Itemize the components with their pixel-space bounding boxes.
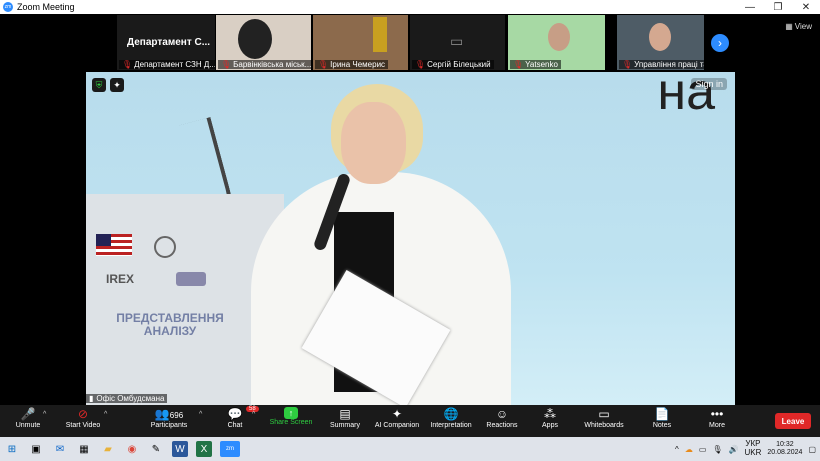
zoom-logo-icon: zm <box>3 2 13 12</box>
participant-name-label: 🎙Управління праці та ... <box>619 60 704 69</box>
participant-tile[interactable]: 🎙 Yatsenko <box>508 15 605 70</box>
language-indicator[interactable]: УКР UKR <box>745 439 762 458</box>
windows-start-icon[interactable]: ⊞ <box>4 441 20 457</box>
participants-button[interactable]: 👥696 Participants <box>148 406 190 429</box>
globe-icon: 🌐 <box>443 407 459 421</box>
notification-icon[interactable]: ▢ <box>808 445 816 454</box>
participant-name-label: 🎙 Сергій Білецький <box>412 60 494 69</box>
unmute-options-caret[interactable]: ^ <box>43 411 46 418</box>
speaker-face <box>341 102 406 184</box>
whiteboard-icon: ▭ <box>598 407 610 421</box>
reactions-button[interactable]: ☺ Reactions <box>484 406 520 429</box>
seal-icon <box>154 236 176 258</box>
clock[interactable]: 10:32 20.08.2024 <box>767 441 802 456</box>
chat-options-caret[interactable]: ^ <box>252 411 255 418</box>
paint-icon[interactable]: ✎ <box>148 441 164 457</box>
participants-count: 696 <box>169 411 184 420</box>
muted-mic-icon: 🎙 <box>513 60 524 69</box>
signin-label: Sign in <box>691 78 727 90</box>
participant-name-label: 🎙 Yatsenko <box>510 60 561 69</box>
maximize-button[interactable]: ❐ <box>764 2 792 13</box>
volume-icon[interactable]: 🔊 <box>729 445 739 454</box>
muted-mic-icon: 🎙 <box>622 60 633 69</box>
security-shield-icon[interactable]: ⛨ <box>92 78 106 92</box>
apps-icon: ⁂ <box>544 407 556 421</box>
video-options-caret[interactable]: ^ <box>104 411 107 418</box>
apps-button[interactable]: ⁂ Apps <box>538 406 562 429</box>
system-tray: ^ ☁ ▭ 🎙 🔊 УКР UKR 10:32 20.08.2024 ▢ <box>675 437 820 461</box>
summary-icon: ▤ <box>339 407 351 421</box>
windows-taskbar: ⊞ ▣ ✉ ▦ ▰ ◉ ✎ W X zm ^ ☁ ▭ 🎙 🔊 УКР UKR 10… <box>0 437 820 461</box>
window-title: Zoom Meeting <box>17 2 75 12</box>
meeting-toolbar: 🎤 Unmute ^ ⊘ Start Video ^ 👥696 Particip… <box>0 405 820 437</box>
participant-tile[interactable]: 🎙 Барвінківська міськ... <box>216 15 311 70</box>
participant-gallery: Департамент С... 🎙 Департамент СЗН Д... 🎙… <box>0 14 820 72</box>
video-off-icon: ▭ <box>450 33 464 49</box>
title-bar: zm Zoom Meeting — ❐ ✕ <box>0 0 820 14</box>
participant-tile[interactable]: ▭ 🎙 Сергій Білецький <box>410 15 505 70</box>
speaker-name-label: ▮ Офіс Омбудсмана <box>86 394 168 403</box>
leave-button[interactable]: Leave <box>775 413 811 429</box>
us-flag <box>96 234 132 256</box>
chrome-icon[interactable]: ◉ <box>124 441 140 457</box>
notes-icon: 📄 <box>654 407 670 421</box>
people-icon: 👥 <box>154 407 170 421</box>
calculator-icon[interactable]: ▦ <box>76 441 92 457</box>
participant-tile[interactable]: 🎙 Ірина Чемерис <box>313 15 408 70</box>
share-arrow-icon: ↑ <box>284 407 298 419</box>
grid-icon: ▦ <box>785 22 793 31</box>
more-dots-icon: ••• <box>710 407 724 421</box>
active-speaker-video: на Sign in ⛨ ✦ IREX ПРЕДСТАВЛЕННЯ АНАЛІЗ… <box>86 72 735 405</box>
chat-icon: 💬 <box>227 407 243 421</box>
podium-title: ПРЕДСТАВЛЕННЯ АНАЛІЗУ <box>116 311 224 339</box>
task-view-icon[interactable]: ▣ <box>28 441 44 457</box>
notes-button[interactable]: 📄 Notes <box>650 406 674 429</box>
interpretation-button[interactable]: 🌐 Interpretation <box>428 406 474 429</box>
participant-big-name: Департамент С... <box>127 37 211 48</box>
chat-button[interactable]: 💬 58 Chat <box>222 406 259 429</box>
participant-tile[interactable]: Департамент С... 🎙 Департамент СЗН Д... <box>117 15 215 70</box>
zoom-taskbar-icon[interactable]: zm <box>220 441 240 457</box>
close-button[interactable]: ✕ <box>792 2 820 13</box>
muted-mic-icon: 🎙 <box>221 60 232 69</box>
participant-tile[interactable]: 🎙Управління праці та ... <box>617 15 704 70</box>
mic-icon[interactable]: 🎙 <box>712 445 722 454</box>
muted-mic-icon: 🎙 <box>415 60 426 69</box>
cloud-icon[interactable]: ☁ <box>685 445 693 454</box>
excel-icon[interactable]: X <box>196 441 212 457</box>
irex-logo: IREX <box>106 272 135 286</box>
mic-muted-icon: 🎤 <box>20 407 36 421</box>
whiteboards-button[interactable]: ▭ Whiteboards <box>582 406 626 429</box>
ukraine-map-icon <box>176 272 206 286</box>
start-video-button[interactable]: ⊘ Start Video <box>63 406 103 429</box>
network-icon[interactable]: ▭ <box>699 445 707 454</box>
more-button[interactable]: ••• More <box>705 406 729 429</box>
unmute-button[interactable]: 🎤 Unmute <box>12 406 44 429</box>
signal-icon: ▮ <box>89 394 94 403</box>
muted-mic-icon: 🎙 <box>122 60 133 69</box>
participant-name-label: 🎙 Департамент СЗН Д... <box>119 60 215 69</box>
minimize-button[interactable]: — <box>736 2 764 13</box>
view-button[interactable]: ▦ View <box>785 22 812 31</box>
sparkle-icon: ✦ <box>391 407 403 421</box>
word-icon[interactable]: W <box>172 441 188 457</box>
ai-companion-button[interactable]: ✦ AI Companion <box>372 406 422 429</box>
summary-button[interactable]: ▤ Summary <box>327 406 363 429</box>
participants-options-caret[interactable]: ^ <box>199 411 202 418</box>
share-screen-button[interactable]: ↑ Share Screen <box>268 406 314 426</box>
participant-name-label: 🎙 Ірина Чемерис <box>315 60 389 69</box>
muted-mic-icon: 🎙 <box>318 60 329 69</box>
emoji-icon: ☺ <box>495 407 509 421</box>
video-off-icon: ⊘ <box>77 407 89 421</box>
sparkle-icon[interactable]: ✦ <box>110 78 124 92</box>
next-page-button[interactable]: › <box>711 34 729 52</box>
mail-icon[interactable]: ✉ <box>52 441 68 457</box>
chevron-up-icon[interactable]: ^ <box>675 445 679 454</box>
file-explorer-icon[interactable]: ▰ <box>100 441 116 457</box>
participant-name-label: 🎙 Барвінківська міськ... <box>218 60 311 69</box>
